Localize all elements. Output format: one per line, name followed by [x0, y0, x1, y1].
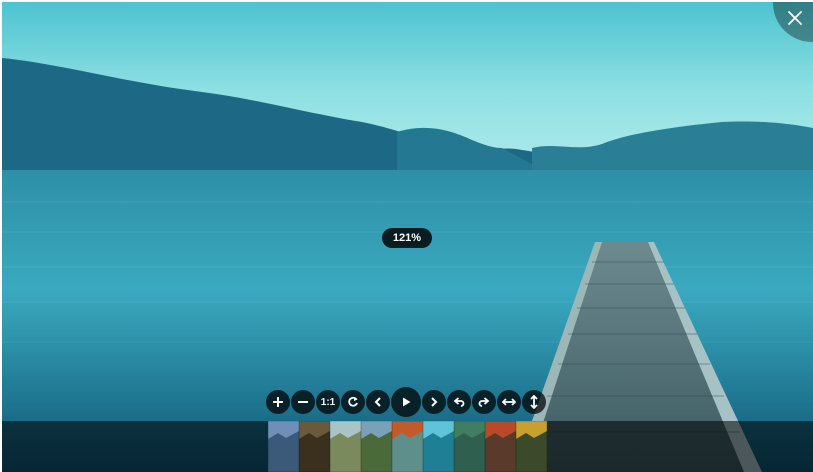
refresh-icon [348, 396, 358, 407]
next-button[interactable] [422, 390, 446, 414]
rotate-left-button[interactable] [447, 390, 471, 414]
thumbnail-autumn-trees[interactable] [485, 421, 516, 472]
play-icon [403, 397, 411, 407]
thumbnail-temple[interactable] [516, 421, 547, 472]
thumbnail-image [454, 421, 485, 472]
rotate-left-icon [453, 397, 465, 407]
image-viewer: 121% 1:1 [2, 2, 813, 472]
play-button[interactable] [391, 387, 421, 417]
flip-vertical-button[interactable] [522, 390, 546, 414]
thumbnail-image [361, 421, 392, 472]
rotate-right-icon [478, 397, 490, 407]
thumbnail-image [268, 421, 299, 472]
flip-horizontal-button[interactable] [497, 390, 521, 414]
plus-icon [273, 397, 283, 407]
zoom-out-button[interactable] [291, 390, 315, 414]
one-to-one-label: 1:1 [320, 396, 336, 408]
thumbnail-waterfall-autumn[interactable] [392, 421, 423, 472]
thumbnail-image [392, 421, 423, 472]
flip-vertical-icon [530, 395, 538, 409]
thumbnail-mountains[interactable] [268, 421, 299, 472]
prev-button[interactable] [366, 390, 390, 414]
thumbnail-strip [2, 421, 813, 472]
viewer-toolbar: 1:1 [266, 387, 546, 417]
reset-button[interactable] [341, 390, 365, 414]
zoom-level-badge: 121% [382, 228, 432, 248]
rotate-right-button[interactable] [472, 390, 496, 414]
zoom-in-button[interactable] [266, 390, 290, 414]
chevron-right-icon [431, 397, 438, 407]
close-icon [788, 11, 802, 25]
thumbnail-brown-landscape[interactable] [299, 421, 330, 472]
thumbnail-image [485, 421, 516, 472]
thumbnail-image [299, 421, 330, 472]
minus-icon [298, 401, 308, 403]
thumbnail-list [268, 421, 547, 472]
thumbnail-lake-pier[interactable] [423, 421, 454, 472]
one-to-one-button[interactable]: 1:1 [316, 390, 340, 414]
thumbnail-forest-stream[interactable] [454, 421, 485, 472]
flip-horizontal-icon [502, 398, 516, 406]
thumbnail-image [516, 421, 547, 472]
chevron-left-icon [374, 397, 381, 407]
thumbnail-hills[interactable] [330, 421, 361, 472]
thumbnail-image [330, 421, 361, 472]
thumbnail-image [423, 421, 454, 472]
thumbnail-valley[interactable] [361, 421, 392, 472]
